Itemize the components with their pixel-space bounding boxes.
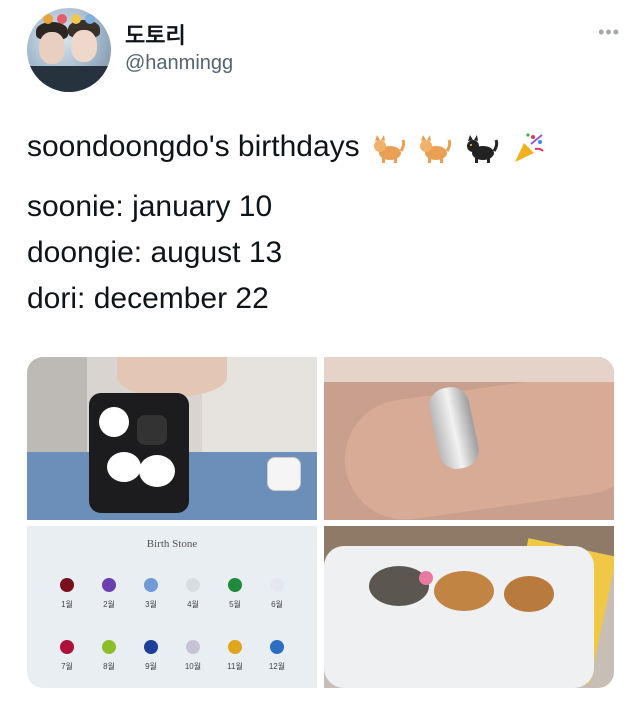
birth-stone: [144, 640, 158, 654]
month-label: 6월: [271, 600, 283, 609]
birth-stone: [102, 640, 116, 654]
display-name[interactable]: 도토리: [125, 18, 186, 50]
media-grid: Birth Stone 1월 2월 3월 4월 5월 6월 7월 8월 9월 10월 11월 12월: [27, 357, 614, 688]
tweet-title-text: soondoongdo's birthdays: [27, 130, 360, 163]
photo-birth-stone-chart[interactable]: Birth Stone 1월 2월 3월 4월 5월 6월 7월 8월 9월 10월 11월 12월: [27, 526, 317, 688]
photo-phone-case[interactable]: [27, 357, 317, 520]
party-popper-icon: [515, 133, 544, 163]
birth-stone: [144, 578, 158, 592]
birth-stone: [186, 640, 200, 654]
photo-sleeping-cats[interactable]: [324, 526, 614, 688]
tweet-title-line: soondoongdo's birthdays: [27, 124, 627, 170]
photo-ring[interactable]: [324, 357, 614, 520]
birth-stone: [102, 578, 116, 592]
birthday-line: soonie: january 10: [27, 190, 273, 223]
month-label: 11월: [227, 662, 243, 671]
birth-stone: [186, 578, 200, 592]
month-label: 5월: [229, 600, 241, 609]
birth-stone: [270, 640, 284, 654]
tweet-text: soondoongdo's birthdays soonie: january …: [27, 124, 627, 322]
user-handle[interactable]: @hanmingg: [125, 52, 233, 75]
birthday-line: doongie: august 13: [27, 236, 283, 269]
tweet-header: 도토리 @hanmingg •••: [27, 8, 620, 92]
month-label: 3월: [145, 600, 157, 609]
birth-stone: [60, 578, 74, 592]
more-horizontal-icon[interactable]: •••: [598, 22, 620, 43]
month-label: 12월: [268, 662, 286, 671]
cat-icon: [420, 135, 452, 164]
month-label: 9월: [145, 662, 157, 671]
month-label: 4월: [187, 600, 199, 609]
avatar[interactable]: [27, 8, 111, 92]
birth-stone: [270, 578, 284, 592]
cat-icon: [373, 135, 406, 164]
birth-stone-title: Birth Stone: [146, 538, 198, 550]
birth-stone: [228, 640, 242, 654]
month-label: 7월: [61, 662, 73, 671]
month-label: 10월: [184, 662, 202, 671]
black-cat-icon: [466, 135, 498, 164]
month-label: 8월: [103, 662, 115, 671]
birthday-line: dori: december 22: [27, 282, 269, 315]
birth-stone: [228, 578, 242, 592]
month-label: 2월: [103, 600, 115, 609]
birth-stone: [60, 640, 74, 654]
month-label: 1월: [61, 600, 73, 609]
